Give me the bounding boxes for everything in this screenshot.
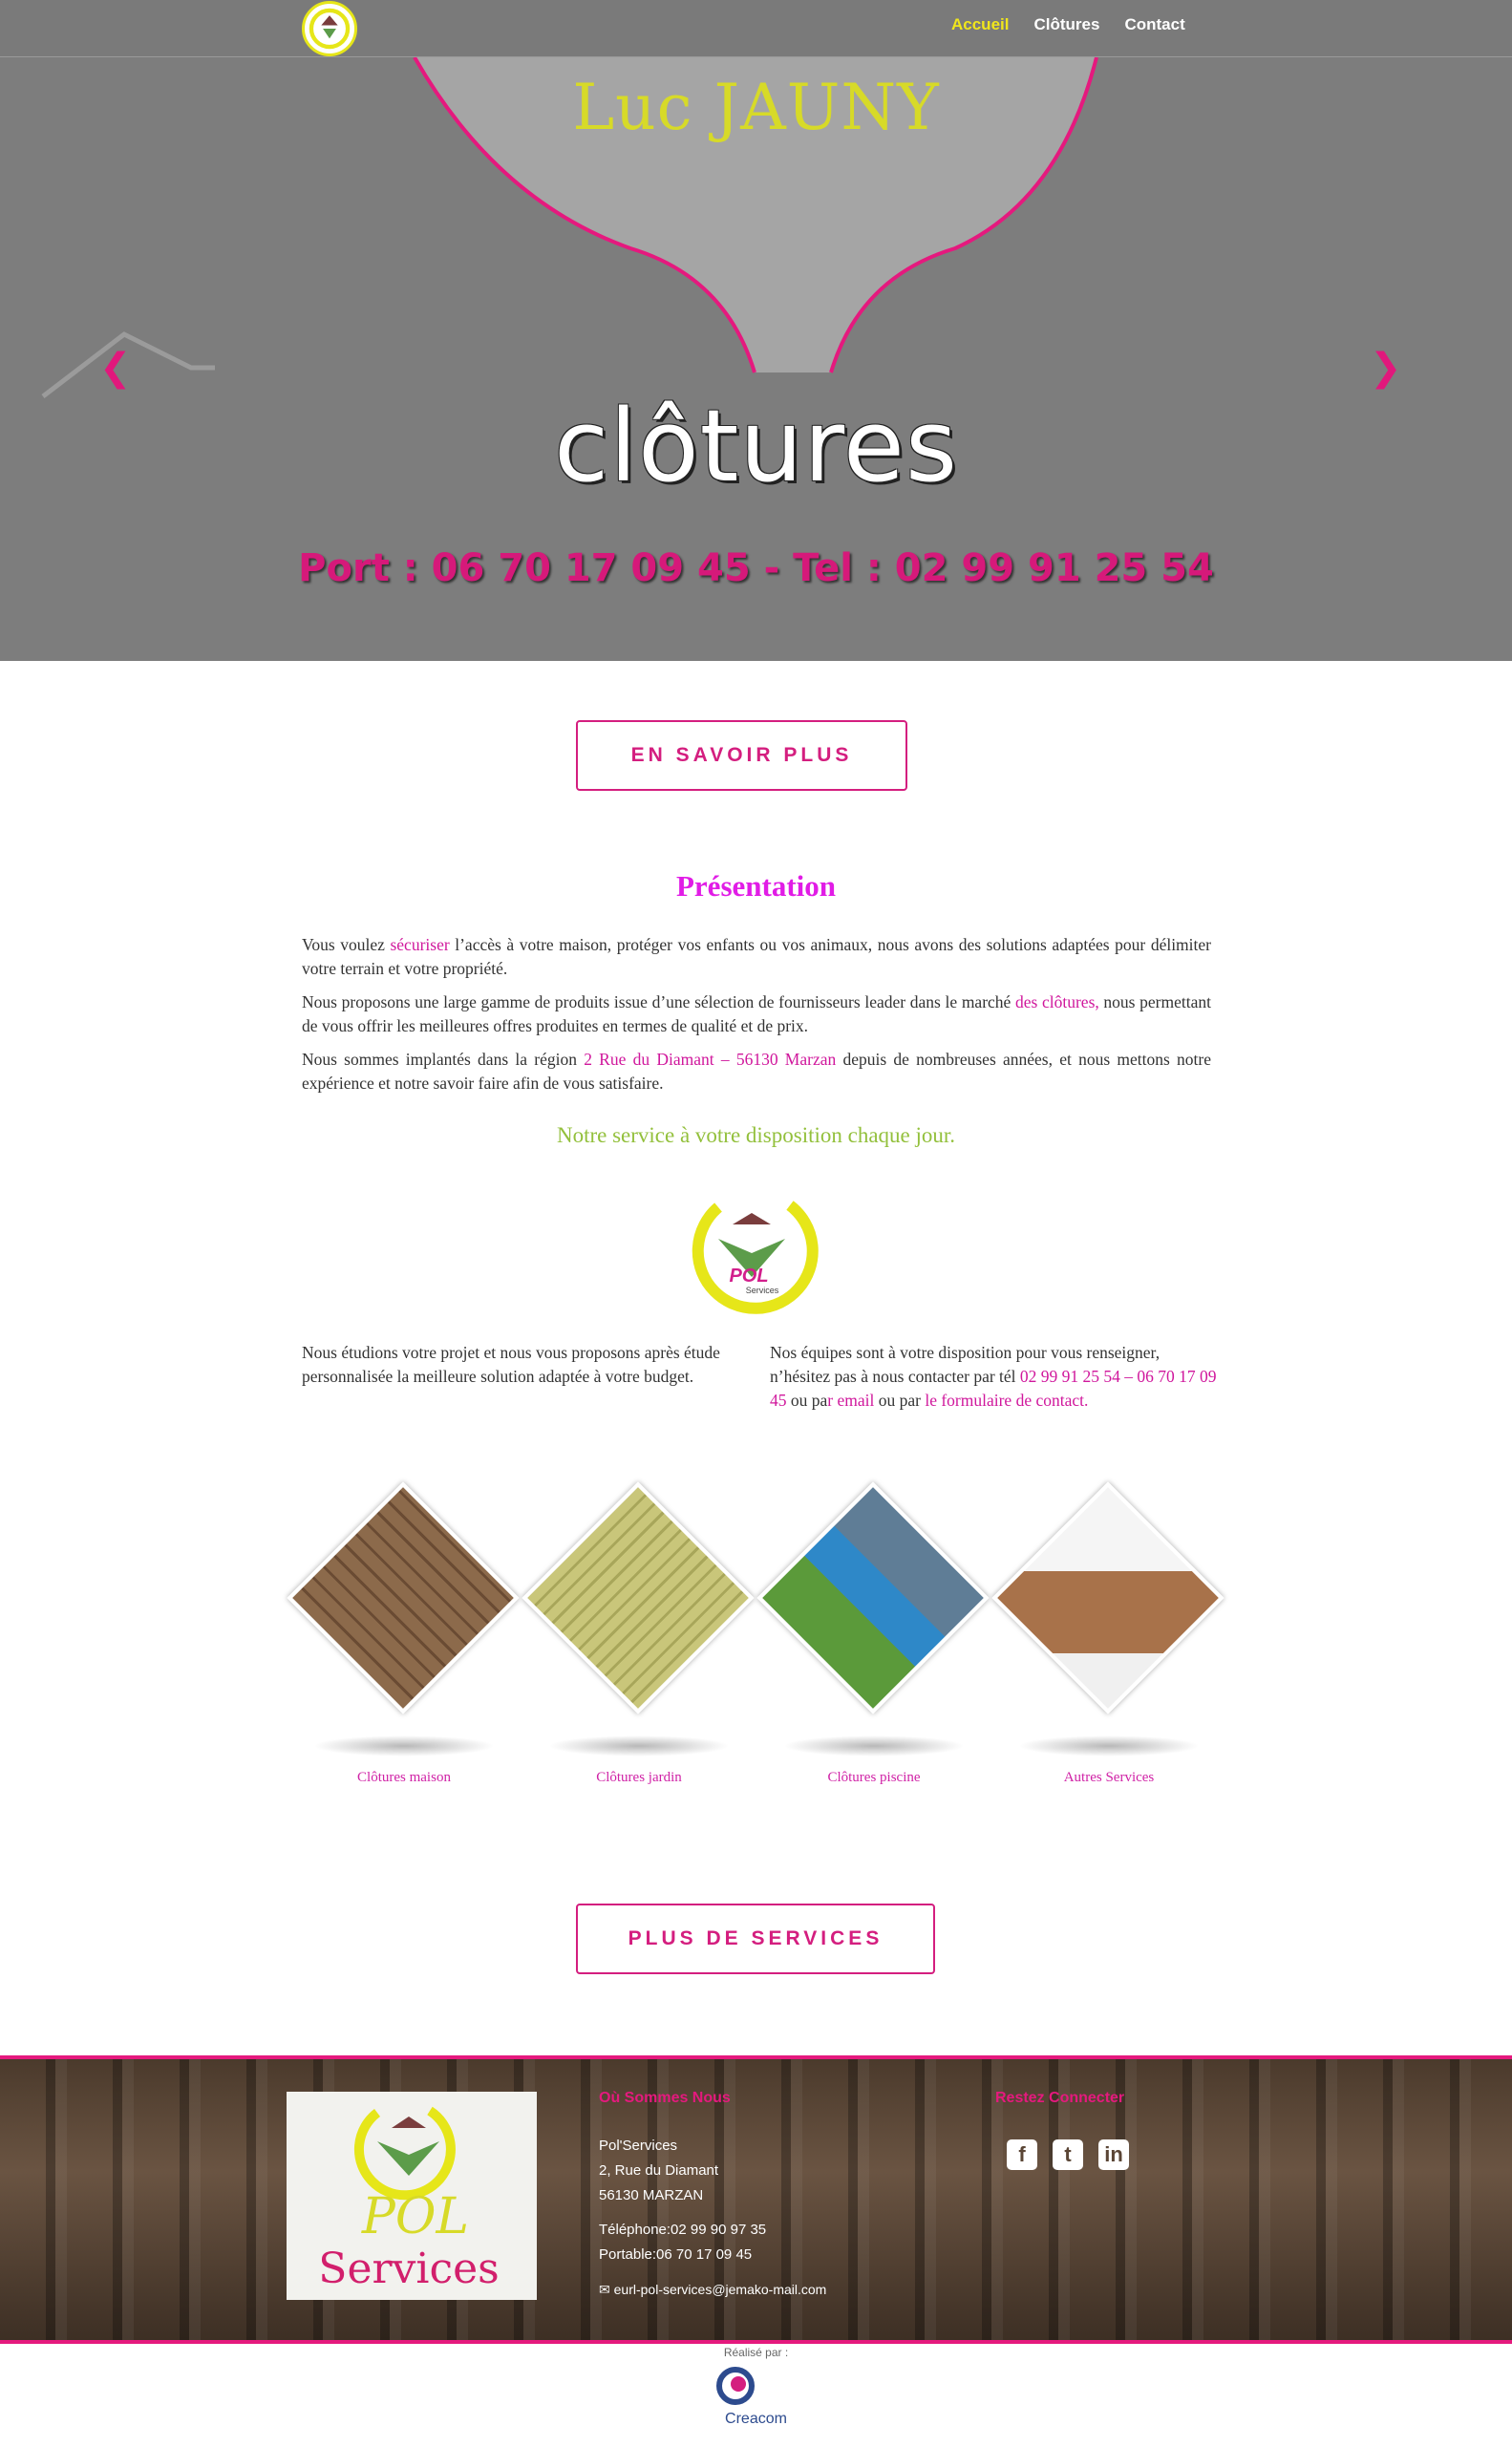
service-label[interactable]: Clôtures maison <box>285 1770 523 1786</box>
image-shadow <box>783 1735 965 1756</box>
footer-email-row[interactable]: ✉ eurl-pol-services@jemako-mail.com <box>599 2277 826 2302</box>
company-logo: POL Services <box>692 1201 819 1314</box>
text-segment: ou par <box>874 1391 926 1410</box>
logo-text: POL <box>729 1266 768 1287</box>
link-securiser[interactable]: sécuriser <box>390 935 449 954</box>
image-shadow <box>548 1735 730 1756</box>
nav-item-contact[interactable]: Contact <box>1124 15 1184 34</box>
info-column-left: Nous étudions votre projet et nous vous … <box>302 1343 720 1386</box>
info-column-right: Nos équipes sont à votre disposition pou… <box>770 1341 1219 1413</box>
linkedin-icon[interactable]: in <box>1098 2139 1129 2170</box>
tagline: Notre service à votre disposition chaque… <box>556 1123 956 1147</box>
site-logo[interactable] <box>302 1 357 56</box>
logo-subtext: Services <box>746 1286 779 1295</box>
envelope-icon: ✉ <box>599 2282 610 2297</box>
service-image[interactable] <box>287 1481 520 1714</box>
service-autres[interactable]: Autres Services <box>990 1481 1228 1791</box>
text-segment: Nous sommes implantés dans la région <box>302 1050 585 1069</box>
credit-label: Réalisé par : <box>723 2346 789 2359</box>
service-label[interactable]: Clôtures piscine <box>755 1770 993 1786</box>
footer: POL Services Où Sommes Nous Pol'Services… <box>0 2055 1512 2344</box>
contact-form-link[interactable]: le formulaire de contact. <box>925 1391 1088 1410</box>
link-clotures[interactable]: des clôtures, <box>1015 992 1099 1011</box>
hero-name: Luc JAUNY <box>572 71 940 144</box>
more-services-button[interactable]: PLUS DE SERVICES <box>576 1904 935 1974</box>
nav-item-accueil[interactable]: Accueil <box>951 15 1009 34</box>
hero-slider: Luc JAUNY ❮ ❯ clôtures Port : 06 70 17 0… <box>0 57 1512 661</box>
presentation-title: Présentation <box>675 869 837 903</box>
presentation-paragraph-1: Vous voulez sécuriser l’accès à votre ma… <box>302 933 1211 981</box>
footer-logo-pol: POL <box>361 2188 469 2245</box>
image-shadow <box>1018 1735 1200 1756</box>
facebook-icon[interactable]: f <box>1007 2139 1037 2170</box>
main-menu: Accueil Clôtures Contact <box>951 15 1185 34</box>
service-clotures-piscine[interactable]: Clôtures piscine <box>755 1481 993 1791</box>
service-clotures-jardin[interactable]: Clôtures jardin <box>520 1481 758 1791</box>
link-address[interactable]: 2 Rue du Diamant – 56130 Marzan <box>584 1050 836 1069</box>
service-label[interactable]: Clôtures jardin <box>520 1770 758 1786</box>
service-image[interactable] <box>522 1481 755 1714</box>
social-links: f t in <box>1007 2139 1129 2170</box>
learn-more-button[interactable]: EN SAVOIR PLUS <box>576 720 907 791</box>
text-segment: ou pa <box>786 1391 828 1410</box>
footer-street: 2, Rue du Diamant <box>599 2162 719 2179</box>
footer-mobile: Portable:06 70 17 09 45 <box>599 2246 753 2263</box>
chevron-left-icon[interactable]: ❮ <box>99 346 132 390</box>
service-clotures-maison[interactable]: Clôtures maison <box>285 1481 523 1791</box>
text-segment: Vous voulez <box>302 935 391 954</box>
chevron-right-icon[interactable]: ❯ <box>1370 346 1402 390</box>
footer-logo: POL Services <box>287 2092 537 2300</box>
presentation-paragraph-2: Nous proposons une large gamme de produi… <box>302 990 1211 1038</box>
hero-phone: Port : 06 70 17 09 45 - Tel : 02 99 91 2… <box>298 546 1214 590</box>
top-nav: Accueil Clôtures Contact <box>0 0 1512 57</box>
presentation-paragraph-3: Nous sommes implantés dans la région 2 R… <box>302 1048 1211 1096</box>
footer-city: 56130 MARZAN <box>599 2187 704 2203</box>
footer-phone: Téléphone:02 99 90 97 35 <box>599 2222 767 2238</box>
footer-logo-services: Services <box>318 2245 499 2293</box>
footer-email[interactable]: eurl-pol-services@jemako-mail.com <box>614 2282 827 2297</box>
twitter-icon[interactable]: t <box>1053 2139 1083 2170</box>
service-image[interactable] <box>756 1481 990 1714</box>
credit-name[interactable]: Creacom <box>0 2411 1512 2428</box>
creacom-logo[interactable] <box>714 2365 756 2407</box>
service-label[interactable]: Autres Services <box>990 1770 1228 1786</box>
footer-company: Pol'Services <box>599 2138 678 2154</box>
footer-connect-title: Restez Connecter <box>995 2090 1125 2106</box>
nav-item-clotures[interactable]: Clôtures <box>1033 15 1099 34</box>
service-image[interactable] <box>991 1481 1225 1714</box>
hero-title: clôtures <box>553 388 959 504</box>
image-shadow <box>313 1735 495 1756</box>
footer-where-title: Où Sommes Nous <box>599 2090 731 2106</box>
text-segment: Nous proposons une large gamme de produi… <box>302 992 1015 1011</box>
email-link[interactable]: r email <box>827 1391 874 1410</box>
